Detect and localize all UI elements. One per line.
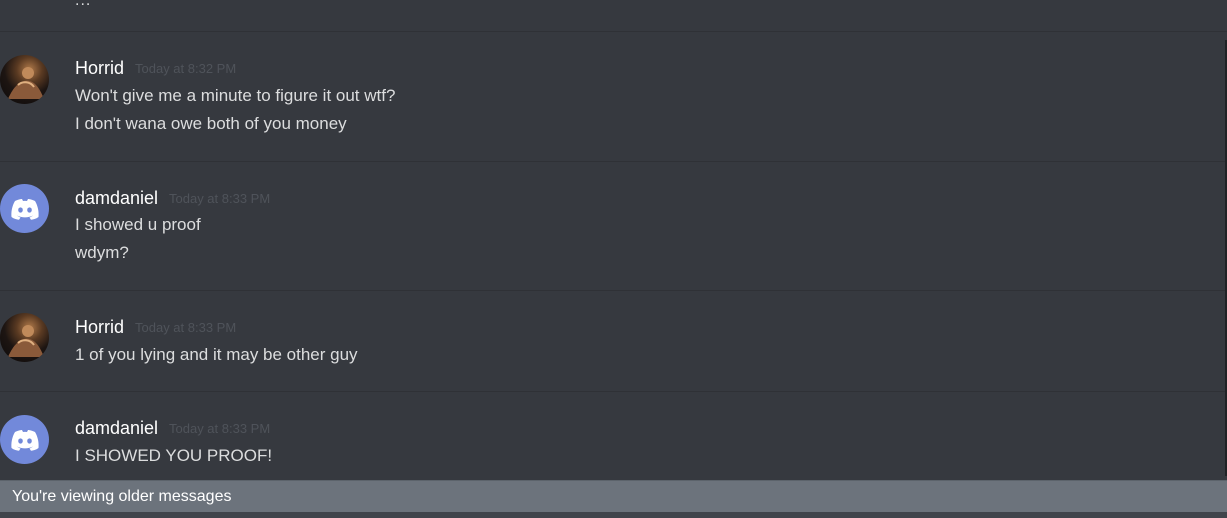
photo-avatar — [8, 67, 44, 99]
cut-off-message-fragment: ... — [75, 0, 92, 9]
username[interactable]: damdaniel — [75, 187, 158, 209]
username[interactable]: Horrid — [75, 316, 124, 338]
message-timestamp: Today at 8:33 PM — [169, 191, 271, 206]
message-text: I don't wana owe both of you money — [75, 114, 347, 133]
older-messages-bar[interactable]: You're viewing older messages — [0, 480, 1227, 512]
message-text: 1 of you lying and it may be other guy — [75, 345, 358, 364]
message-text: wdym? — [75, 243, 129, 262]
username[interactable]: damdaniel — [75, 417, 158, 439]
message-timestamp: Today at 8:33 PM — [169, 421, 271, 436]
user-avatar[interactable] — [0, 184, 49, 233]
message-input-edge[interactable] — [0, 512, 1227, 518]
message-timestamp: Today at 8:33 PM — [135, 320, 237, 335]
message-divider — [0, 391, 1227, 392]
message-divider — [0, 290, 1227, 291]
message-text: I showed u proof — [75, 215, 201, 234]
username[interactable]: Horrid — [75, 57, 124, 79]
user-avatar[interactable] — [0, 55, 49, 104]
message-divider — [0, 31, 1227, 32]
message-text: I SHOWED YOU PROOF! — [75, 446, 273, 465]
message-text: Won't give me a minute to figure it out … — [75, 86, 396, 105]
chat-viewport[interactable]: ... Horrid Today at 8:32 PM Won't give m… — [0, 0, 1227, 518]
photo-avatar — [8, 325, 44, 357]
user-avatar[interactable] — [0, 415, 49, 464]
discord-logo-icon — [10, 198, 39, 220]
message-divider — [0, 161, 1227, 162]
user-avatar[interactable] — [0, 313, 49, 362]
message-timestamp: Today at 8:32 PM — [135, 61, 237, 76]
older-messages-label: You're viewing older messages — [12, 488, 232, 505]
discord-logo-icon — [10, 429, 39, 451]
